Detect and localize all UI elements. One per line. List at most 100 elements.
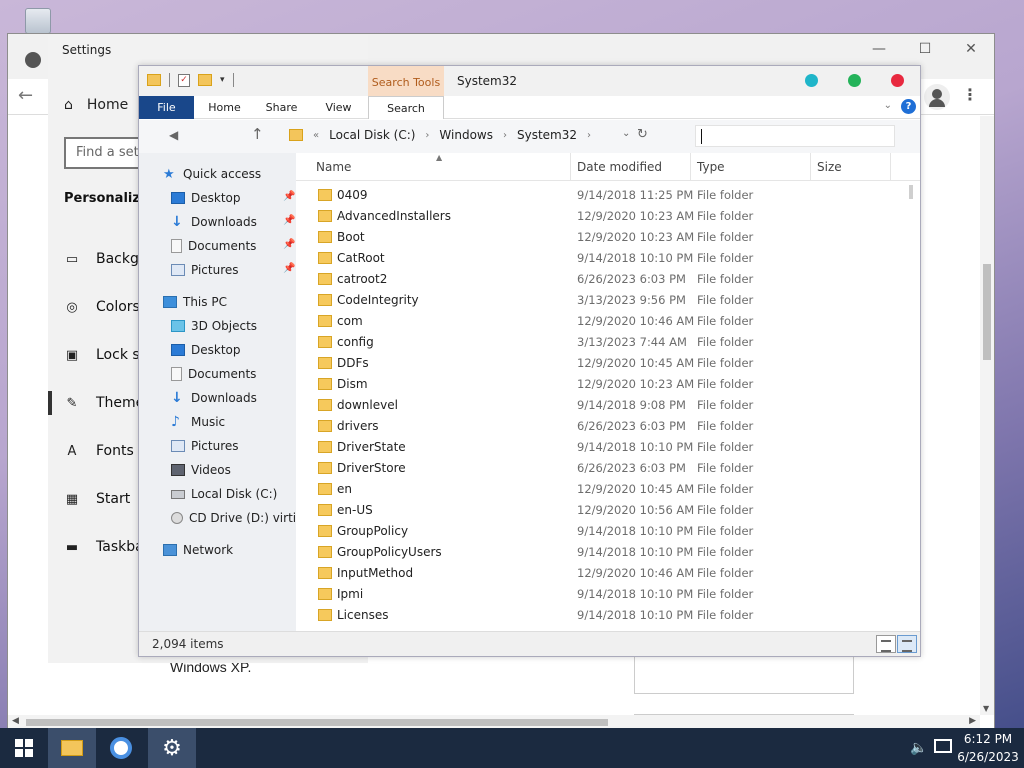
taskbar-file-explorer[interactable] (48, 728, 96, 768)
pin-icon[interactable]: 📌 (283, 263, 295, 274)
breadcrumb-separator-icon[interactable]: › (425, 130, 429, 141)
file-date: 12/9/2020 10:56 AM (577, 503, 695, 517)
search-input[interactable] (695, 125, 895, 147)
column-date-modified[interactable]: Date modified (571, 153, 691, 181)
scroll-thumb[interactable] (983, 264, 991, 360)
nav-tree-item[interactable]: ♪ Music (171, 411, 225, 433)
nav-tree-item[interactable]: ★ Quick access (163, 163, 261, 185)
file-row[interactable]: DriverStore 6/26/2023 6:03 PM File folder (296, 458, 900, 479)
nav-tree-item[interactable]: Documents 📌 (171, 235, 295, 257)
nav-tree-item[interactable]: Network (163, 539, 233, 561)
tab-file[interactable]: File (139, 96, 194, 119)
refresh-icon[interactable]: ↻ (637, 127, 648, 142)
scroll-thumb[interactable] (909, 185, 913, 199)
close-dot-icon[interactable] (891, 74, 904, 87)
volume-muted-icon[interactable]: 🔈 (910, 740, 927, 756)
minimize-dot-icon[interactable] (805, 74, 818, 87)
tab-share[interactable]: Share (254, 96, 309, 119)
pin-icon[interactable]: 📌 (283, 191, 295, 202)
vertical-scrollbar[interactable]: ▼ (980, 116, 994, 715)
folder-icon[interactable] (147, 74, 161, 86)
file-row[interactable]: en-US 12/9/2020 10:56 AM File folder (296, 500, 900, 521)
more-menu-icon[interactable]: ⋮ (962, 85, 978, 104)
file-row[interactable]: DriverState 9/14/2018 10:10 PM File folder (296, 437, 900, 458)
search-tools-tab[interactable]: Search Tools (368, 66, 444, 96)
taskbar-chrome[interactable] (97, 728, 145, 768)
nav-tree-item[interactable]: This PC (163, 291, 227, 313)
file-row[interactable]: GroupPolicyUsers 9/14/2018 10:10 PM File f… (296, 542, 900, 563)
scroll-right-icon[interactable]: ▶ (969, 716, 976, 726)
file-row[interactable]: CodeIntegrity 3/13/2023 9:56 PM File folde… (296, 290, 900, 311)
breadcrumb-item[interactable]: Local Disk (C:) (329, 128, 415, 142)
horizontal-scrollbar[interactable]: ◀ ▶ (8, 715, 980, 729)
videos-icon (171, 464, 185, 476)
file-row[interactable]: drivers 6/26/2023 6:03 PM File folder (296, 416, 900, 437)
back-icon[interactable]: ◀ (169, 128, 178, 142)
column-size[interactable]: Size (811, 153, 891, 181)
column-type[interactable]: Type (691, 153, 811, 181)
file-row[interactable]: AdvancedInstallers 12/9/2020 10:23 AM File… (296, 206, 900, 227)
scroll-left-icon[interactable]: ◀ (12, 716, 19, 726)
breadcrumb[interactable]: « Local Disk (C:) › Windows › System32 › (289, 128, 591, 142)
expand-ribbon-icon[interactable]: ⌄ (884, 100, 892, 111)
close-icon[interactable]: ✕ (948, 34, 994, 64)
maximize-dot-icon[interactable] (848, 74, 861, 87)
nav-tree-item[interactable]: Pictures 📌 (171, 259, 295, 281)
file-row[interactable]: com 12/9/2020 10:46 AM File folder (296, 311, 900, 332)
taskbar-settings[interactable]: ⚙ (148, 728, 196, 768)
file-row[interactable]: config 3/13/2023 7:44 AM File folder (296, 332, 900, 353)
address-dropdown-icon[interactable]: ⌄ (622, 128, 630, 139)
file-row[interactable]: Boot 12/9/2020 10:23 AM File folder (296, 227, 900, 248)
maximize-icon[interactable]: ☐ (902, 34, 948, 64)
nav-tree-item[interactable]: CD Drive (D:) virtio- (171, 507, 296, 529)
home-nav-item[interactable]: ⌂ Home (64, 97, 128, 113)
tab-view[interactable]: View (311, 96, 366, 119)
start-button[interactable] (0, 728, 48, 768)
vertical-scrollbar[interactable] (903, 181, 920, 633)
file-row[interactable]: GroupPolicy 9/14/2018 10:10 PM File folder (296, 521, 900, 542)
file-row[interactable]: Dism 12/9/2020 10:23 AM File folder (296, 374, 900, 395)
nav-tree-item[interactable]: ↓ Downloads (171, 387, 257, 409)
up-arrow-icon[interactable]: ↑ (251, 125, 264, 143)
customize-toolbar-icon[interactable]: ▾ (220, 75, 225, 85)
properties-icon[interactable]: ✓ (178, 73, 190, 87)
file-row[interactable]: catroot2 6/26/2023 6:03 PM File folder (296, 269, 900, 290)
nav-tree-item[interactable]: Pictures (171, 435, 239, 457)
breadcrumb-item[interactable]: System32 (517, 128, 577, 142)
file-row[interactable]: 0409 9/14/2018 11:25 PM File folder (296, 185, 900, 206)
breadcrumb-separator-icon[interactable]: › (503, 130, 507, 141)
nav-tree-item[interactable]: Desktop (171, 339, 241, 361)
large-icons-view-icon[interactable] (897, 635, 917, 653)
breadcrumb-separator-icon[interactable]: › (587, 130, 591, 141)
nav-tree-item[interactable]: 3D Objects (171, 315, 257, 337)
nav-tree-item[interactable]: Documents (171, 363, 256, 385)
file-row[interactable]: CatRoot 9/14/2018 10:10 PM File folder (296, 248, 900, 269)
scroll-down-icon[interactable]: ▼ (983, 704, 989, 713)
file-row[interactable]: Licenses 9/14/2018 10:10 PM File folder (296, 605, 900, 626)
file-row[interactable]: Ipmi 9/14/2018 10:10 PM File folder (296, 584, 900, 605)
help-icon[interactable]: ? (901, 99, 916, 114)
details-view-icon[interactable] (876, 635, 896, 653)
file-row[interactable]: en 12/9/2020 10:45 AM File folder (296, 479, 900, 500)
file-row[interactable]: downlevel 9/14/2018 9:08 PM File folder (296, 395, 900, 416)
minimize-icon[interactable]: — (856, 34, 902, 64)
tab-home[interactable]: Home (197, 96, 252, 119)
overflow-chevron-icon[interactable]: « (313, 130, 319, 141)
file-row[interactable]: InputMethod 12/9/2020 10:46 AM File folder (296, 563, 900, 584)
pin-icon[interactable]: 📌 (283, 239, 295, 250)
tab-search[interactable]: Search (368, 96, 444, 119)
new-folder-icon[interactable] (198, 74, 212, 86)
scroll-thumb[interactable] (26, 719, 608, 726)
nav-tree-item[interactable]: ↓ Downloads 📌 (171, 211, 295, 233)
nav-tree-item[interactable]: Desktop 📌 (171, 187, 295, 209)
breadcrumb-item[interactable]: Windows (439, 128, 493, 142)
profile-avatar-icon[interactable] (924, 84, 950, 110)
network-icon[interactable] (934, 739, 952, 753)
nav-tree-item[interactable]: Local Disk (C:) (171, 483, 277, 505)
clock[interactable]: 6:12 PM 6/26/2023 (956, 730, 1020, 766)
file-row[interactable]: DDFs 12/9/2020 10:45 AM File folder (296, 353, 900, 374)
pin-icon[interactable]: 📌 (283, 215, 295, 226)
nav-tree-label: CD Drive (D:) virtio- (189, 511, 296, 525)
back-arrow-icon[interactable]: ← (18, 85, 33, 106)
nav-tree-item[interactable]: Videos (171, 459, 231, 481)
